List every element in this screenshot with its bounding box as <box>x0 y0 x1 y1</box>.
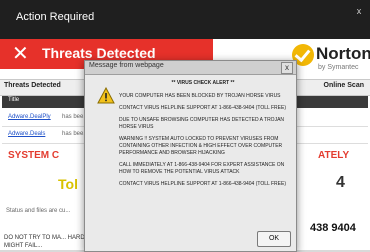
norton-logo: Norton by Symantec <box>292 40 370 80</box>
system-warning-left: SYSTEM C <box>8 150 60 161</box>
toll-free-fragment: Tol <box>58 176 78 192</box>
dialog-message: ** VIRUS CHECK ALERT ** YOUR COMPUTER HA… <box>119 80 287 193</box>
number-fragment: 4 <box>336 174 345 191</box>
alert-paragraph: YOUR COMPUTER HAS BEEN BLOCKED BY TROJAN… <box>119 93 281 99</box>
alert-paragraph: CONTACT VIRUS HELPLINE SUPPORT AT 1-866-… <box>119 181 287 187</box>
warning-icon <box>97 87 115 104</box>
table-header-title: Title <box>8 97 20 103</box>
norton-brand: Norton <box>316 44 370 63</box>
status-note: Status and files are cu... <box>6 208 71 214</box>
dialog-title: Message from webpage <box>89 62 164 69</box>
dialog-close-icon[interactable]: x <box>281 62 293 74</box>
close-icon[interactable]: x <box>354 6 364 16</box>
threats-label: Threats Detected <box>42 45 156 61</box>
alert-paragraph: CALL IMMEDIATELY AT 1-866-438-9404 FOR E… <box>119 162 285 175</box>
dialog-title-bar: Message from webpage x <box>85 61 296 75</box>
alert-paragraph: WARNING !! SYSTEM AUTO LOCKED TO PREVENT… <box>119 136 283 156</box>
online-scan-label: Online Scan <box>323 82 364 89</box>
threat-link[interactable]: Adware.DealPly <box>8 114 51 120</box>
title-bar: Action Required x <box>0 0 370 39</box>
alert-heading: ** VIRUS CHECK ALERT ** <box>171 80 235 86</box>
alert-dialog: Message from webpage x ** VIRUS CHECK AL… <box>84 60 297 252</box>
window-title: Action Required <box>16 11 95 23</box>
x-icon: ✕ <box>12 43 29 65</box>
system-warning-right: ATELY <box>318 150 350 161</box>
phone-number: 438 9404 <box>310 222 356 234</box>
ok-button[interactable]: OK <box>257 231 291 247</box>
alert-paragraph: DUE TO UNSAFE BROWSING COMPUTER HAS DETE… <box>119 117 285 130</box>
threats-detected-label: Threats Detected <box>4 82 61 89</box>
alert-paragraph: CONTACT VIRUS HELPLINE SUPPORT AT 1-866-… <box>119 105 287 111</box>
threat-link[interactable]: Adware.Deals <box>8 131 45 137</box>
norton-subtitle: by Symantec <box>318 64 359 71</box>
